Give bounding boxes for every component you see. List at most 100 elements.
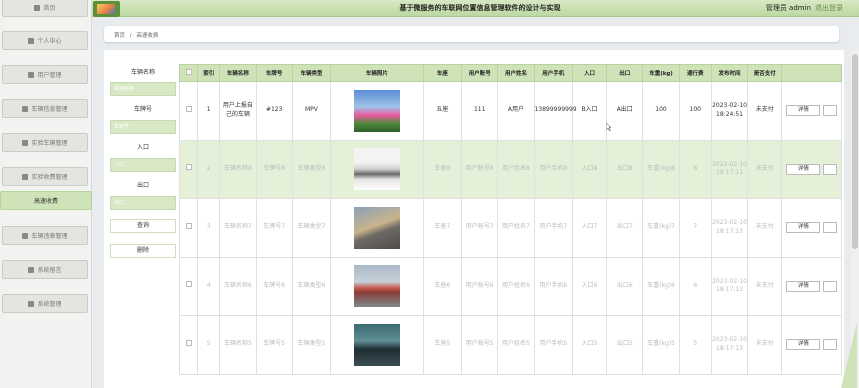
cell-username: 用户姓名5 [497, 315, 535, 375]
cell-phone: 用户手机6 [533, 256, 573, 316]
vehicle-name-label: 车辆名称 [130, 69, 155, 76]
col-username: 用户姓名 [497, 64, 535, 82]
table-row[interactable]: 5 车辆名称5 车牌号5 车辆类型5 车座5 用户账号5 用户姓名5 用户手机5… [178, 315, 842, 375]
app-logo [93, 1, 120, 17]
sidebar-item-label: 实验收费管理 [31, 174, 68, 181]
detail-button[interactable]: 详情 [786, 280, 821, 292]
col-weight: 车重(kg) [642, 64, 680, 82]
sidebar-item-profile[interactable]: 个人中心 [2, 31, 88, 50]
sidebar-item-violations[interactable]: 车辆违章管理 [2, 226, 88, 245]
query-button[interactable]: 查询 [110, 219, 176, 233]
current-user: 管理员 admin [765, 4, 811, 12]
cell-username: 用户姓名7 [497, 198, 535, 258]
cell-type: 车辆类型5 [291, 315, 332, 375]
col-entry: 入口 [571, 64, 608, 82]
row-action-button[interactable] [823, 163, 838, 175]
cell-entry: 入口7 [571, 198, 608, 258]
col-phone: 用户手机 [533, 64, 573, 82]
col-actions [781, 64, 842, 82]
row-action-button[interactable] [823, 222, 838, 234]
delete-button[interactable]: 删除 [110, 244, 176, 258]
sidebar-item-test-fees[interactable]: 实验收费管理 [2, 167, 88, 186]
exit-input[interactable]: 出口 [110, 196, 176, 210]
cell-account: 用户账号6 [461, 256, 499, 316]
cell-index: 5 [197, 315, 221, 375]
cell-type: MPV [291, 81, 332, 141]
cell-paid: 未支付 [747, 198, 783, 258]
cell-fee: 5 [678, 315, 712, 375]
sidebar-item-system[interactable]: 系统管理 [2, 294, 88, 313]
row-action-button[interactable] [823, 280, 838, 292]
row-action-button[interactable] [823, 339, 838, 351]
cell-exit: 出口6 [606, 256, 644, 316]
cell-weight: 车重(kg)8 [642, 139, 680, 199]
detail-button[interactable]: 详情 [786, 339, 821, 351]
select-all-checkbox[interactable] [178, 64, 199, 82]
plate-input[interactable]: 车牌号 [110, 120, 176, 134]
cell-plate: 车牌号5 [255, 315, 293, 375]
cell-phone: 用户手机8 [533, 139, 573, 199]
cell-time: 2023-02-10 18:17:13 [710, 198, 749, 258]
car-icon [22, 105, 29, 112]
row-checkbox[interactable] [185, 281, 192, 288]
plate-label: 车牌号 [133, 106, 152, 113]
cell-name: 车辆名称6 [219, 256, 257, 316]
exit-label: 出口 [136, 182, 149, 189]
sidebar-item-label: 首页 [43, 5, 56, 12]
mouse-cursor-icon [606, 123, 611, 131]
user-icon [28, 37, 35, 44]
grid-icon [28, 300, 35, 307]
detail-button[interactable]: 详情 [786, 105, 821, 117]
grid-icon [22, 139, 29, 146]
table-row[interactable]: 1 用户上报自己的车辆 #123 MPV 五座 111 A用户 13899999… [178, 81, 842, 141]
vehicle-name-input[interactable]: 车辆名称 [110, 82, 176, 96]
cell-index: 2 [197, 139, 221, 199]
cell-name: 车辆名称5 [219, 315, 257, 375]
cell-type: 车辆类型7 [291, 198, 332, 258]
flag-icon [22, 232, 29, 239]
vehicle-photo [353, 148, 400, 191]
table-row[interactable]: 3 车辆名称7 车牌号7 车辆类型7 车座7 用户账号7 用户姓名7 用户手机7… [178, 198, 842, 258]
detail-button[interactable]: 详情 [786, 222, 821, 234]
cell-weight: 车重(kg)7 [642, 198, 680, 258]
sidebar-item-messages[interactable]: 系统留言 [2, 260, 88, 279]
entry-input[interactable]: 入口 [110, 158, 176, 172]
sidebar-item-label: 车辆违章管理 [31, 233, 68, 240]
cell-username: A用户 [497, 81, 535, 141]
cell-time: 2023-02-10 18:24:51 [710, 81, 749, 141]
scrollbar-thumb[interactable] [852, 54, 858, 249]
cell-phone: 用户手机7 [533, 198, 573, 258]
cell-entry: 入口8 [571, 139, 608, 199]
cell-seat: 车座5 [422, 315, 463, 375]
col-account: 用户账号 [461, 64, 499, 82]
row-checkbox[interactable] [185, 105, 192, 112]
table-row[interactable]: 2 车辆名称8 车牌号8 车辆类型8 车座8 用户账号8 用户姓名8 用户手机8… [178, 139, 842, 199]
cell-time: 2023-02-10 18:17:13 [710, 315, 749, 375]
entry-label: 入口 [136, 144, 149, 151]
sidebar-item-users[interactable]: 用户管理 [2, 65, 88, 84]
sidebar-item-home[interactable]: 首页 [2, 0, 88, 17]
sidebar-item-vehicles[interactable]: 车辆信息管理 [2, 99, 88, 118]
cell-entry: 入口6 [571, 256, 608, 316]
breadcrumb-home[interactable]: 首页 [114, 33, 125, 39]
detail-button[interactable]: 详情 [786, 163, 821, 175]
row-checkbox[interactable] [185, 164, 192, 171]
cell-paid: 未支付 [747, 81, 783, 141]
cell-exit: 出口5 [606, 315, 644, 375]
row-action-button[interactable] [823, 105, 838, 117]
sidebar-item-highway-fees[interactable]: 高速收费 [0, 191, 92, 210]
cell-weight: 车重(kg)5 [642, 315, 680, 375]
cell-fee: 8 [678, 139, 712, 199]
logout-link[interactable]: 退出登录 [815, 4, 843, 12]
row-checkbox[interactable] [185, 339, 192, 346]
col-paid: 是否支付 [747, 64, 783, 82]
sidebar-item-label: 个人中心 [37, 38, 62, 45]
sidebar-item-test-vehicles[interactable]: 实验车辆管理 [2, 133, 88, 152]
table-row[interactable]: 4 车辆名称6 车牌号6 车辆类型6 车座6 用户账号6 用户姓名6 用户手机6… [178, 256, 842, 316]
cell-weight: 100 [642, 81, 680, 141]
row-checkbox[interactable] [185, 222, 192, 229]
cell-entry: B入口 [571, 81, 608, 141]
cell-phone: 13899999999 [533, 81, 577, 141]
col-time: 发布时间 [710, 64, 749, 82]
col-fee: 通行费 [678, 64, 712, 82]
